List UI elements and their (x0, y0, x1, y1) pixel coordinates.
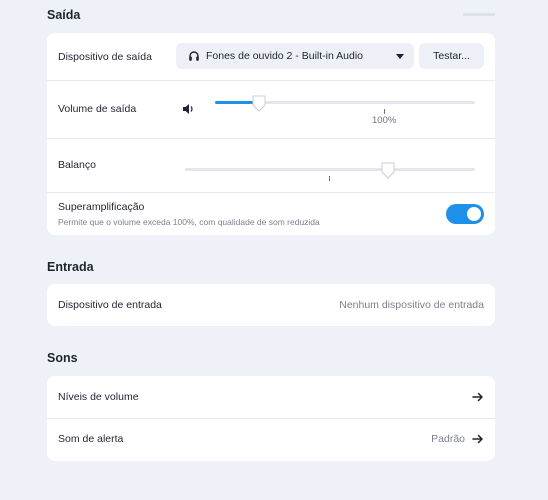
input-device-value: Nenhum dispositivo de entrada (339, 299, 484, 311)
output-balance-slider[interactable] (185, 168, 475, 171)
sounds-item-volume-levels[interactable]: Níveis de volume (47, 376, 495, 419)
overamplification-label: Superamplificação (58, 201, 145, 213)
arrow-right-icon (472, 434, 483, 444)
volume-100-label: 100% (372, 115, 397, 126)
output-balance-label: Balanço (58, 159, 96, 171)
output-device-row: Dispositivo de saída Fones de ouvido 2 -… (47, 33, 495, 81)
sounds-item-label: Som de alerta (58, 433, 124, 445)
overamplification-row: Superamplificação Permite que o volume e… (47, 193, 495, 235)
output-device-selected: Fones de ouvido 2 - Built-in Audio (206, 50, 364, 62)
sounds-item-alert-sound[interactable]: Som de alerta Padrão (47, 419, 495, 461)
output-card: Dispositivo de saída Fones de ouvido 2 -… (47, 33, 495, 235)
speaker-icon[interactable] (182, 103, 195, 115)
arrow-right-icon (472, 392, 483, 402)
output-balance-row: Balanço (47, 139, 495, 193)
output-volume-thumb[interactable] (251, 94, 267, 112)
output-volume-row: Volume de saída 100% (47, 81, 495, 139)
output-balance-thumb[interactable] (380, 161, 396, 179)
input-device-row[interactable]: Dispositivo de entrada Nenhum dispositiv… (47, 284, 495, 326)
sounds-item-label: Níveis de volume (58, 391, 139, 403)
output-device-label: Dispositivo de saída (58, 51, 152, 63)
input-device-label: Dispositivo de entrada (58, 299, 162, 311)
volume-100-tick (384, 109, 385, 114)
overamplification-toggle[interactable] (446, 204, 484, 224)
sounds-item-value: Padrão (431, 433, 465, 445)
section-title-sounds: Sons (47, 351, 78, 365)
test-button[interactable]: Testar... (419, 43, 484, 69)
balance-center-tick (329, 176, 330, 181)
output-device-dropdown[interactable]: Fones de ouvido 2 - Built-in Audio (176, 43, 414, 69)
sounds-card: Níveis de volume Som de alerta Padrão (47, 376, 495, 461)
scroll-indicator (463, 13, 495, 16)
section-title-input: Entrada (47, 260, 94, 274)
input-card: Dispositivo de entrada Nenhum dispositiv… (47, 284, 495, 326)
overamplification-description: Permite que o volume exceda 100%, com qu… (58, 217, 320, 227)
toggle-knob (467, 207, 481, 221)
section-title-output: Saída (47, 8, 81, 22)
headphones-icon (189, 51, 199, 61)
output-volume-label: Volume de saída (58, 103, 137, 115)
chevron-down-icon (396, 54, 404, 59)
